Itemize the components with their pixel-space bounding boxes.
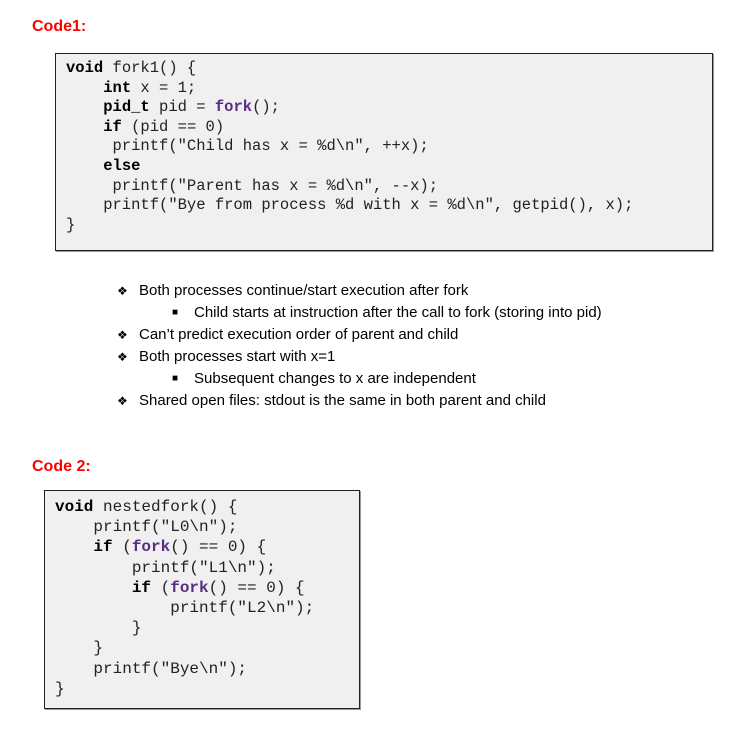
code-line: if (pid == 0) [66,118,633,138]
code1-heading: Code1: [32,18,87,35]
code2-listing: void nestedfork() { printf("L0\n"); if (… [55,497,314,699]
list-item-text: Both processes continue/start execution … [139,282,469,299]
code-text: printf("L0\n"); [55,518,238,537]
list-item: ■ Child starts at instruction after the c… [115,302,602,324]
code-text: ( [112,538,132,557]
code-text: printf("L2\n"); [55,598,315,617]
code-keyword: void [55,498,94,516]
code2-heading: Code 2: [32,458,91,475]
diamond-bullet-icon: ❖ [117,284,128,298]
code-function: fork [170,578,209,597]
list-item: ■ Subsequent changes to x are independent [115,368,602,390]
code-keyword: else [103,156,141,175]
diamond-bullet-icon: ❖ [117,350,128,364]
code-text: } [55,679,65,698]
code-text: nestedfork() { [93,498,238,516]
code-keyword: pid_t [103,98,150,117]
code-line: printf("Bye\n"); [55,659,314,679]
code-line: if (fork() == 0) { [55,578,314,598]
code-text: ( [151,578,171,597]
diamond-bullet-icon: ❖ [117,394,128,408]
list-item: ❖ Both processes start with x=1 [115,346,602,368]
code-line: if (fork() == 0) { [55,537,314,557]
code1-listing: void fork1() { int x = 1; pid_t pid = fo… [66,59,633,235]
code-text: printf("Bye\n"); [55,659,248,678]
code-line: pid_t pid = fork(); [66,98,633,118]
code-line: } [55,618,314,638]
code-line: printf("L2\n"); [55,598,314,618]
list-item-text: Can’t predict execution order of parent … [139,326,459,343]
code-keyword: void [66,59,104,77]
code2-block: void nestedfork() { printf("L0\n"); if (… [44,490,360,709]
code-text: pid = [149,98,215,117]
code-keyword: if [103,117,122,136]
list-item-text: Shared open files: stdout is the same in… [139,392,546,409]
code-line: printf("L1\n"); [55,558,314,578]
code-keyword: if [131,578,152,597]
code-text: printf("Bye from process %d with x = %d\… [66,196,634,215]
code-line: int x = 1; [66,79,633,99]
code-text: fork1() { [103,59,197,77]
list-item-text: Subsequent changes to x are independent [194,370,476,387]
code-line: else [66,157,633,177]
list-item-text: Child starts at instruction after the ca… [194,304,602,321]
code-text: () == 0) { [208,578,305,597]
code-line: printf("Parent has x = %d\n", --x); [66,177,633,197]
code-line: printf("Child has x = %d\n", ++x); [66,137,633,157]
code-line: void fork1() { [66,59,633,79]
code-line: printf("Bye from process %d with x = %d\… [66,196,633,216]
code-line: void nestedfork() { [55,497,314,517]
code-line: } [55,638,314,658]
code-text: printf("Parent has x = %d\n", --x); [66,176,439,195]
code-text: x = 1; [131,78,197,97]
code-text: } [55,619,142,638]
code-text: (pid == 0) [121,117,225,136]
square-bullet-icon: ■ [172,373,179,384]
list-item: ❖ Can’t predict execution order of parent… [115,324,602,346]
code-text: } [66,215,76,234]
code-text: printf("L1\n"); [55,558,276,577]
diamond-bullet-icon: ❖ [117,328,128,342]
code-function: fork [131,538,171,557]
code-text: } [55,639,104,658]
code-keyword: if [93,538,113,557]
code-text: printf("Child has x = %d\n", ++x); [66,137,429,156]
code-keyword: int [103,78,132,97]
code-line: printf("L0\n"); [55,517,314,537]
code-text: (); [252,98,280,117]
notes-list: ❖ Both processes continue/start execution… [115,280,602,412]
code-function: fork [214,98,253,117]
square-bullet-icon: ■ [172,307,179,318]
code-line: } [66,216,633,236]
list-item-text: Both processes start with x=1 [139,348,336,365]
code1-block: void fork1() { int x = 1; pid_t pid = fo… [55,53,713,251]
list-item: ❖ Both processes continue/start execution… [115,280,602,302]
code-text: () == 0) { [170,538,267,557]
list-item: ❖ Shared open files: stdout is the same i… [115,390,602,412]
code-line: } [55,679,314,699]
